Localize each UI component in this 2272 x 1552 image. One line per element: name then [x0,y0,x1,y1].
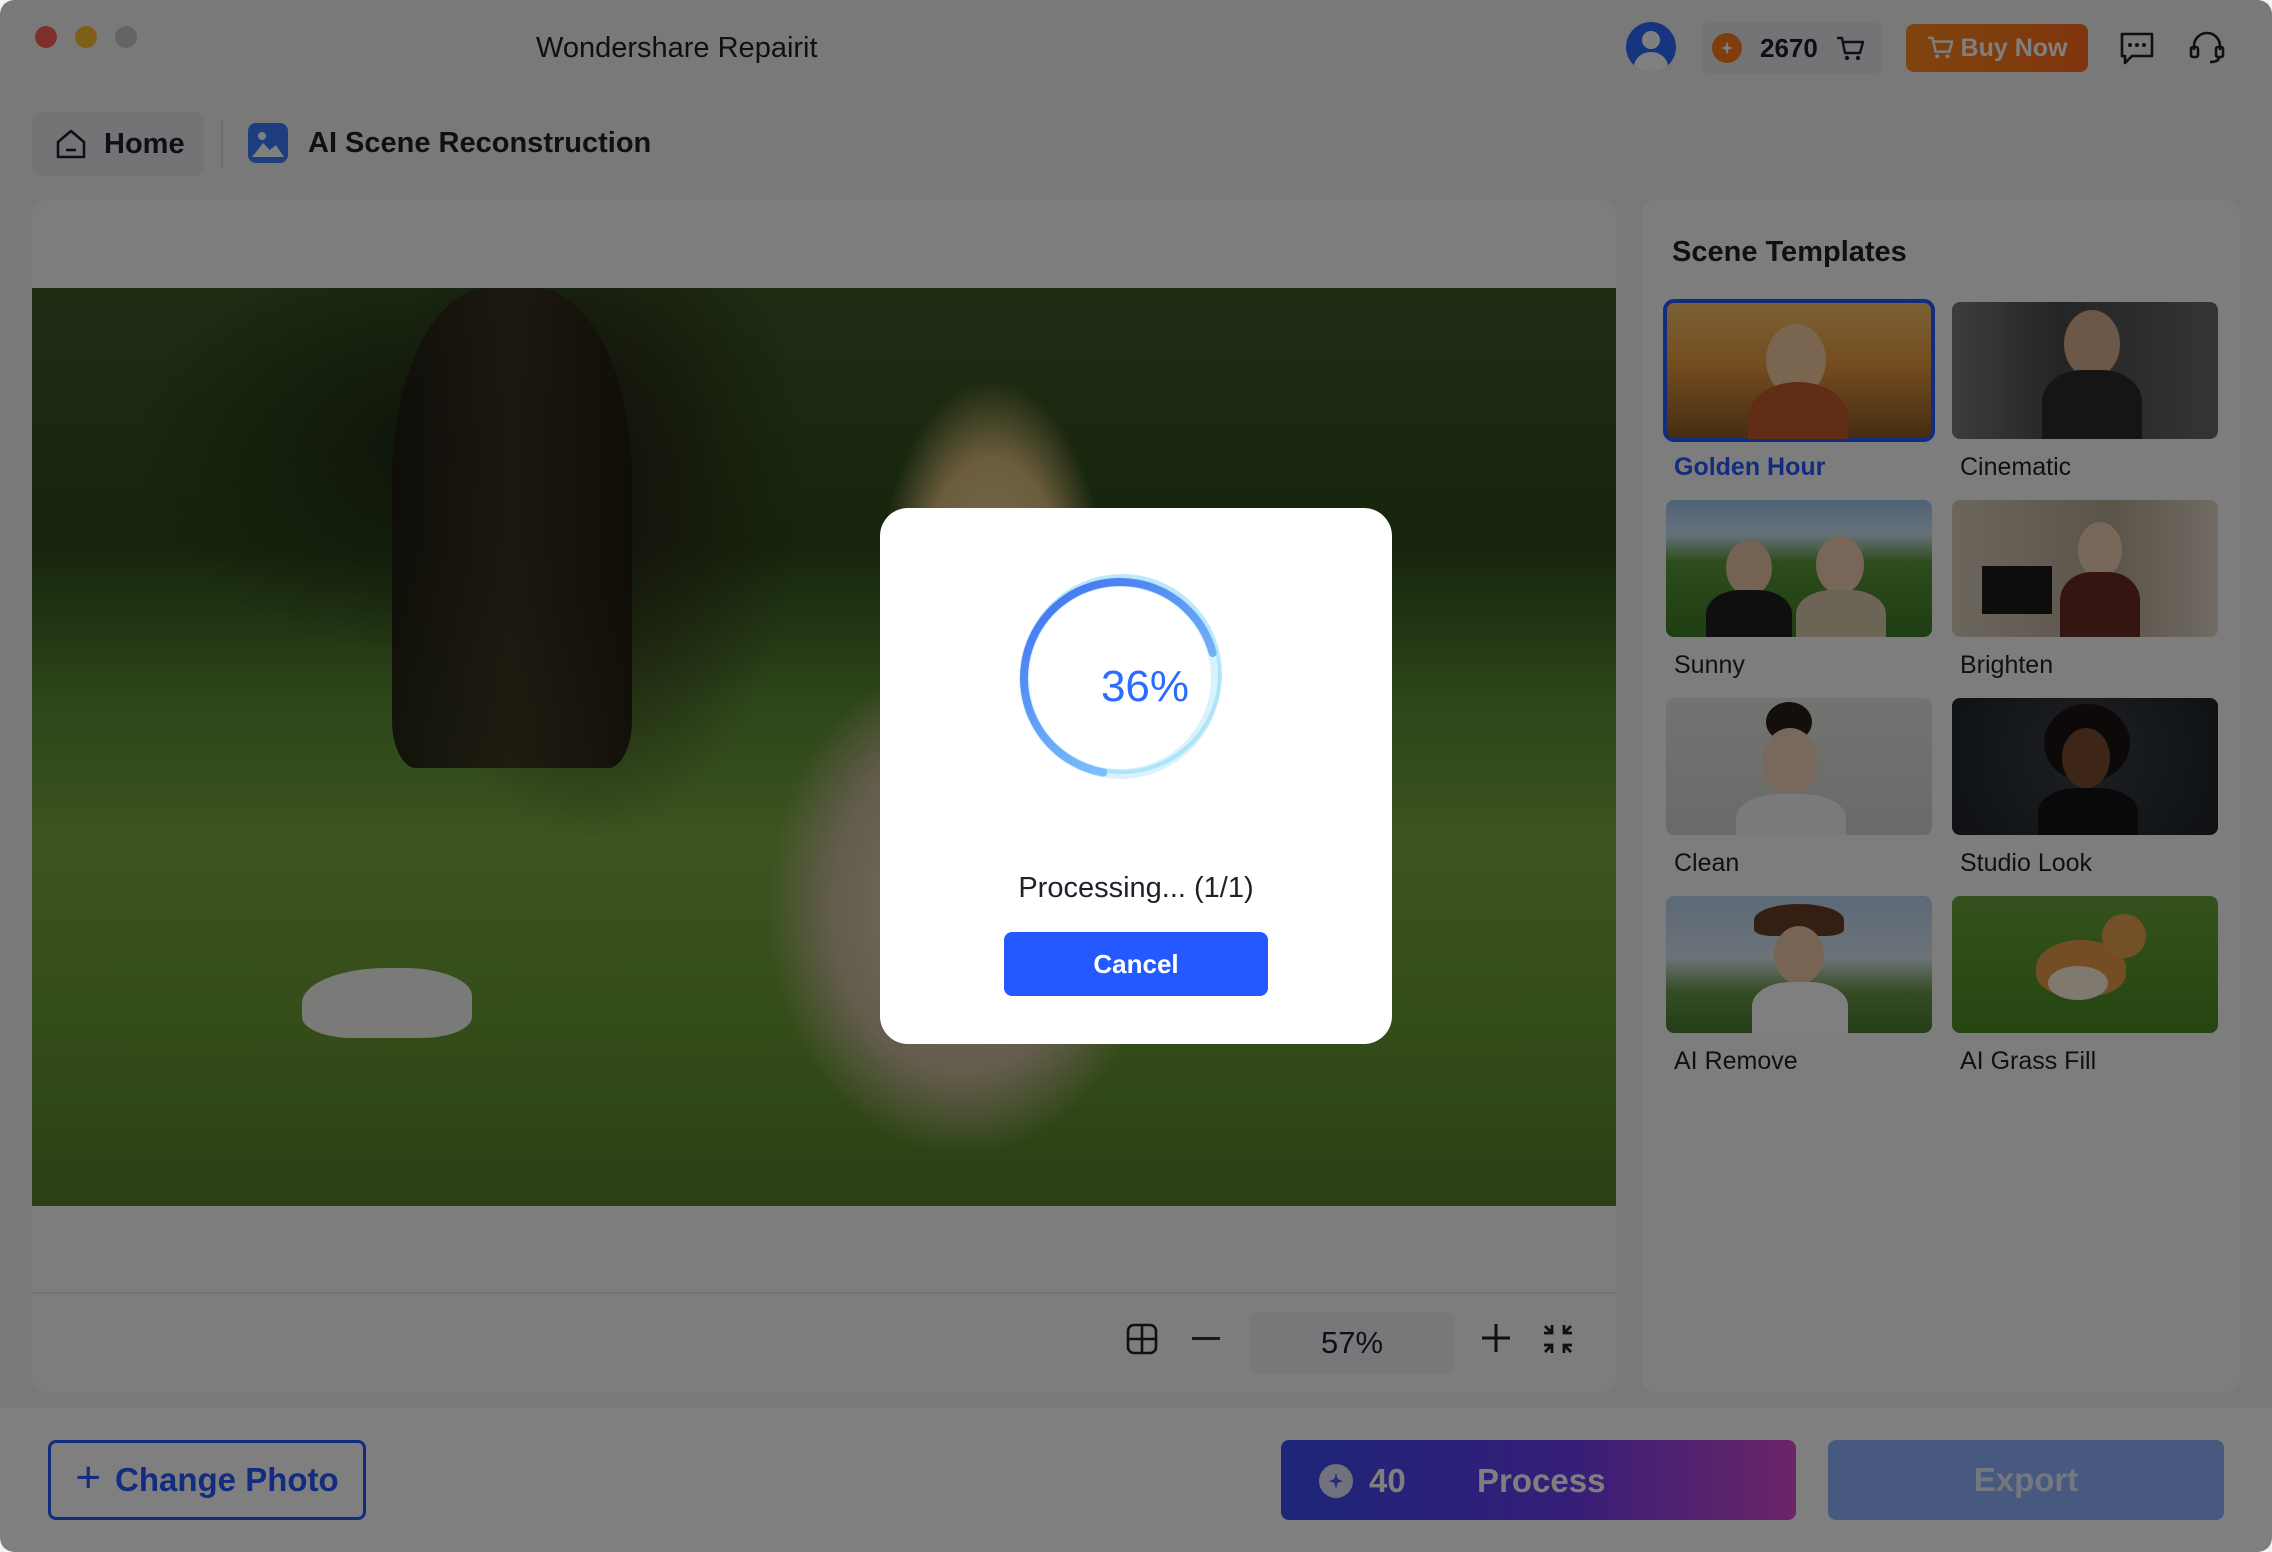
cancel-button[interactable]: Cancel [1004,932,1268,996]
app-window: Wondershare Repairit 2670 Buy Now [0,0,2272,1552]
progress-percent: 36% [1100,662,1190,711]
processing-status: Processing... (1/1) [1018,872,1254,904]
processing-dialog: 36% Processing... (1/1) Cancel [880,508,1392,1044]
